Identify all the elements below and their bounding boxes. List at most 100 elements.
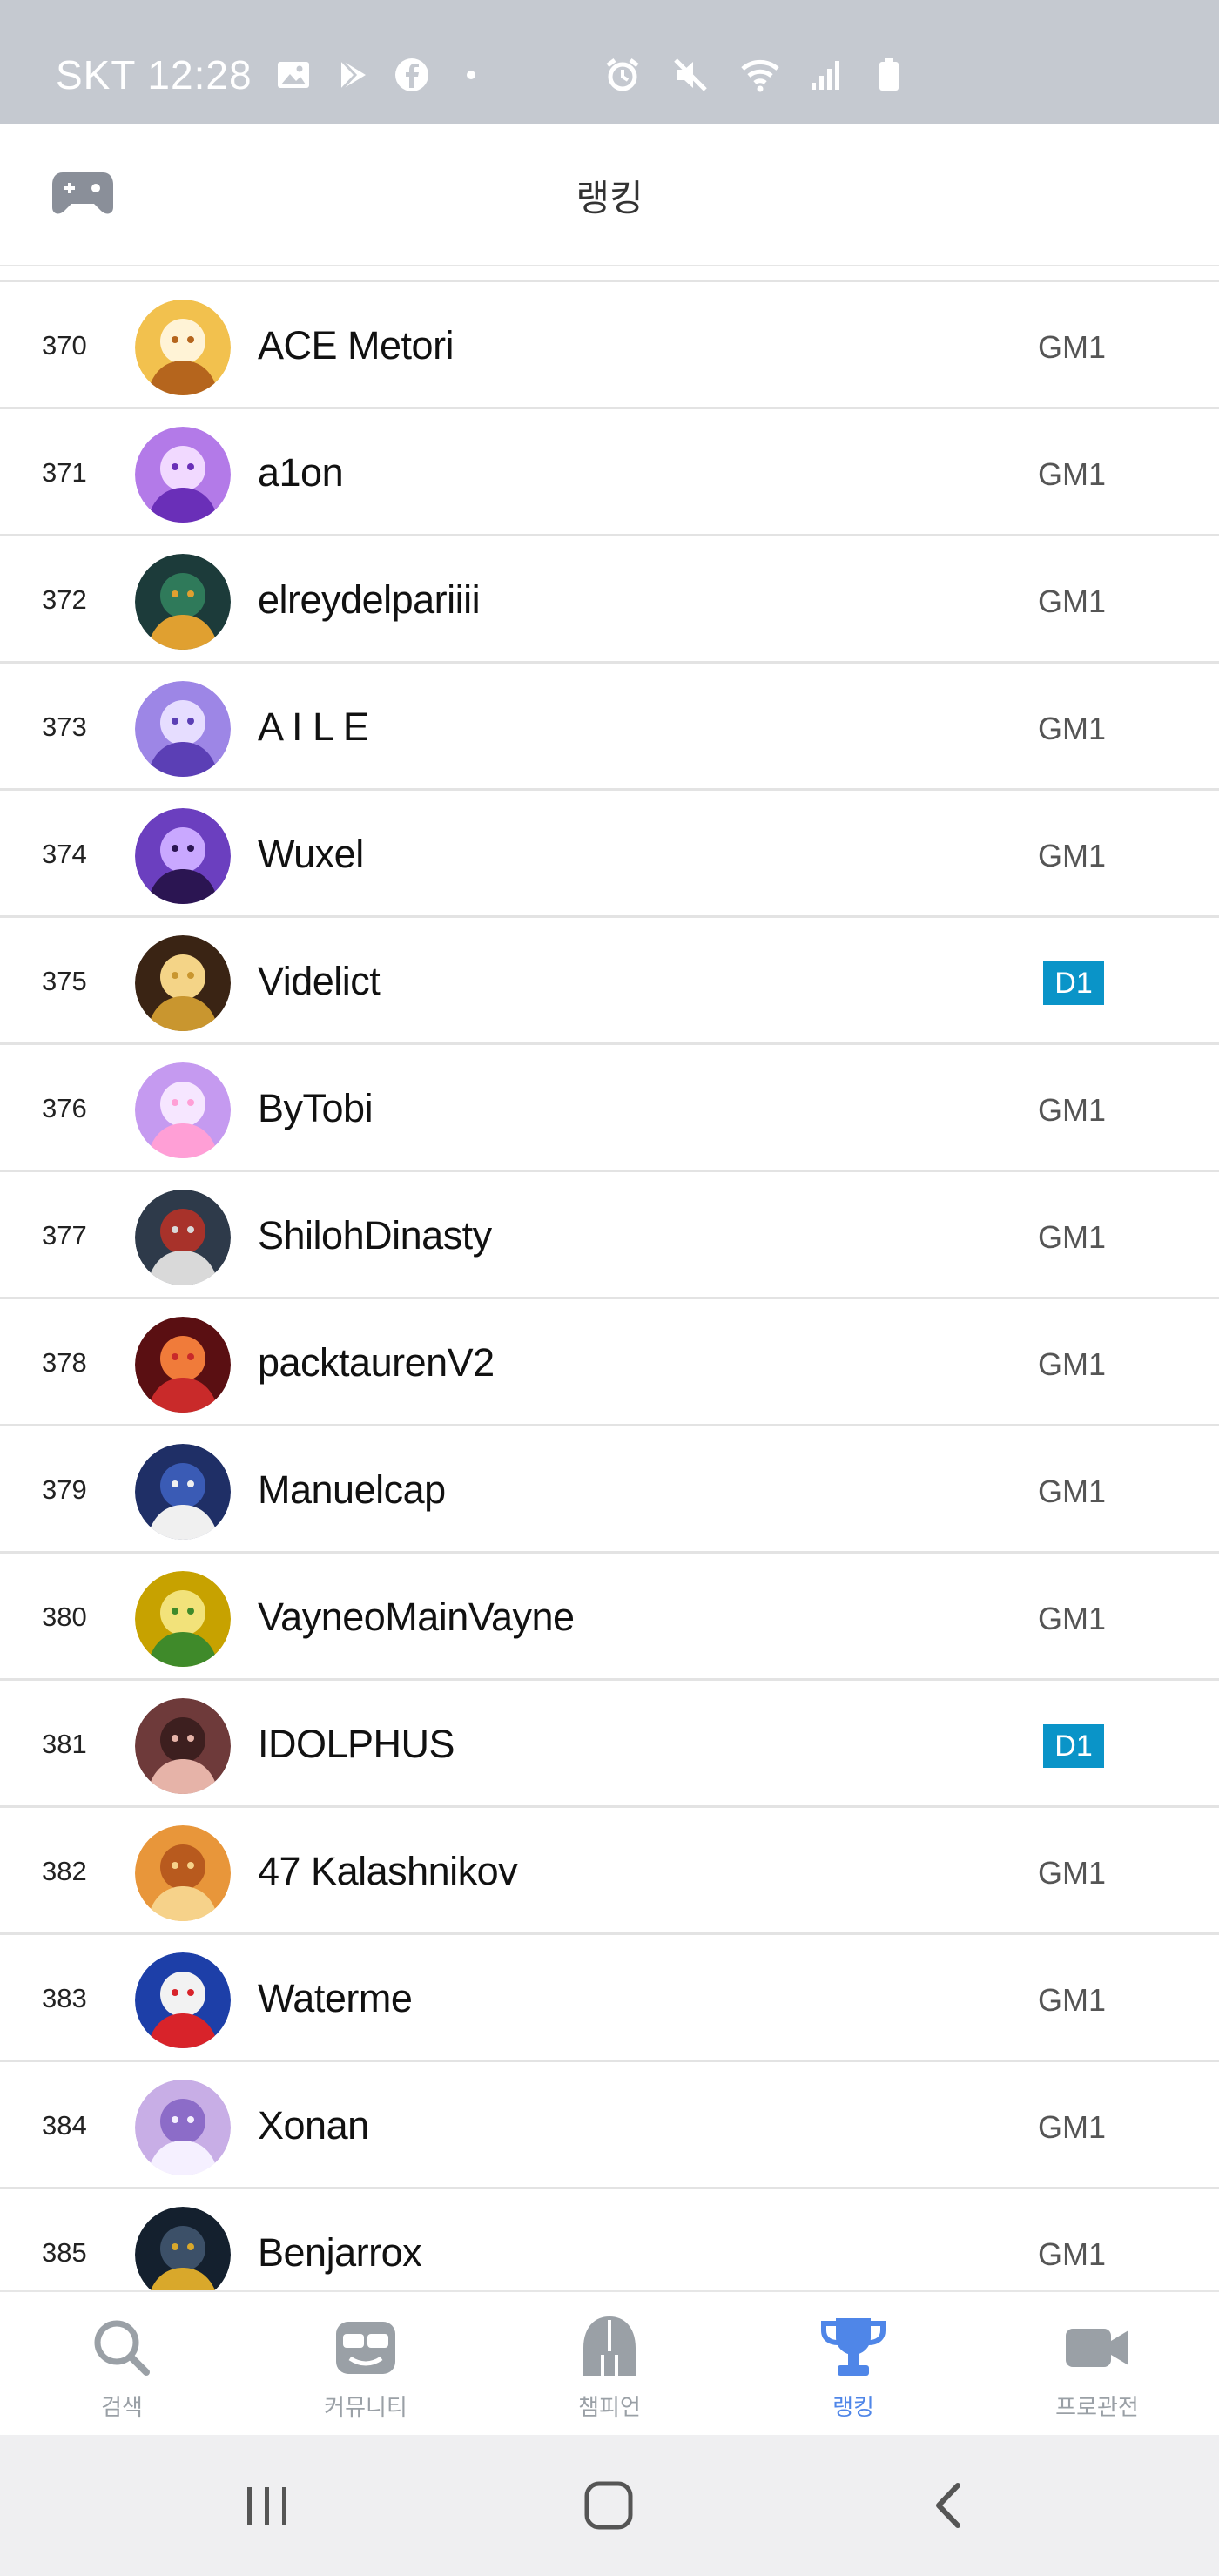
back-icon[interactable] — [919, 2477, 980, 2534]
summoner-name: 47 Kalashnikov — [258, 1849, 518, 1893]
rank-number: 377 — [42, 1220, 87, 1251]
battery-icon — [876, 57, 913, 93]
ranking-row[interactable]: 384 Xonan GM1 — [0, 2062, 1219, 2189]
ranking-row[interactable]: 376 ByTobi GM1 — [0, 1045, 1219, 1172]
tier-badge: D1 — [1043, 1724, 1104, 1768]
tier-badge: GM1 — [1037, 711, 1106, 746]
dot-icon — [453, 57, 489, 93]
rank-number: 371 — [42, 457, 87, 488]
home-icon[interactable] — [578, 2477, 639, 2534]
summoner-name: ByTobi — [258, 1086, 374, 1130]
summoner-name: elreydelpariiii — [258, 577, 481, 622]
ranking-row[interactable]: 374 Wuxel GM1 — [0, 791, 1219, 918]
rank-number: 374 — [42, 839, 87, 869]
status-carrier-time: SKT 12:28 — [56, 51, 253, 98]
ranking-row[interactable]: 382 47 Kalashnikov GM1 — [0, 1808, 1219, 1935]
summoner-name: A I L E — [258, 705, 369, 749]
tier-badge: GM1 — [1037, 2109, 1106, 2145]
red-dragon-avatar — [135, 1317, 231, 1413]
ranking-row[interactable]: 378 packtaurenV2 GM1 — [0, 1299, 1219, 1426]
signal-icon — [808, 57, 845, 93]
brunette-girl-avatar — [135, 1698, 231, 1794]
penguin-avatar — [135, 1444, 231, 1540]
search-icon — [87, 2313, 157, 2383]
ranking-row[interactable]: 380 VayneoMainVayne GM1 — [0, 1554, 1219, 1681]
ranking-row[interactable]: 372 elreydelpariiii GM1 — [0, 536, 1219, 664]
nav-label: 프로관전 — [1055, 2394, 1139, 2420]
tier-badge: GM1 — [1037, 1982, 1106, 2018]
play-store-icon — [334, 57, 371, 93]
tier-badge: GM1 — [1037, 1092, 1106, 1128]
facebook-icon — [394, 57, 430, 93]
rank-number: 372 — [42, 584, 87, 615]
tier-badge: GM1 — [1037, 2236, 1106, 2272]
orange-girl-avatar — [135, 1825, 231, 1921]
ranking-row[interactable]: 381 IDOLPHUS D1 — [0, 1681, 1219, 1808]
ranking-row[interactable]: 375 Videlict D1 — [0, 918, 1219, 1045]
rank-number: 384 — [42, 2110, 87, 2141]
coin-avatar — [135, 2207, 231, 2303]
rank-number: 378 — [42, 1347, 87, 1378]
ranking-row[interactable]: 370 ACE Metori GM1 — [0, 282, 1219, 409]
summoner-name: IDOLPHUS — [258, 1722, 455, 1766]
nav-label: 챔피언 — [578, 2394, 641, 2420]
summoner-name: Waterme — [258, 1976, 413, 2020]
clown-avatar — [135, 1952, 231, 2048]
bottom-nav: 검색 커뮤니티 챔피언 랭킹 프로관전 — [0, 2290, 1219, 2435]
nav-pro-watch[interactable]: 프로관전 — [975, 2292, 1219, 2435]
tier-badge: GM1 — [1037, 456, 1106, 492]
tier-badge: D1 — [1043, 961, 1104, 1005]
system-nav-bar — [0, 2435, 1219, 2576]
champion-helmet-icon — [575, 2313, 644, 2383]
gold-emblem-avatar — [135, 935, 231, 1031]
summoner-name: ACE Metori — [258, 323, 455, 368]
status-bar: SKT 12:28 — [0, 0, 1219, 124]
tier-badge: GM1 — [1037, 1346, 1106, 1382]
white-hair-avatar — [135, 2080, 231, 2175]
nav-search[interactable]: 검색 — [0, 2292, 244, 2435]
recent-apps-icon[interactable] — [237, 2477, 298, 2534]
community-icon — [331, 2313, 401, 2383]
dog-avatar — [135, 300, 231, 395]
dark-purple-avatar — [135, 808, 231, 904]
purple-girl-avatar — [135, 427, 231, 523]
bird-avatar — [135, 554, 231, 650]
tier-badge: GM1 — [1037, 329, 1106, 365]
ranking-row[interactable]: 373 A I L E GM1 — [0, 664, 1219, 791]
nav-label: 랭킹 — [832, 2394, 874, 2420]
tier-badge: GM1 — [1037, 1855, 1106, 1891]
ranking-row[interactable]: 383 Waterme GM1 — [0, 1935, 1219, 2062]
gallery-icon — [275, 57, 312, 93]
time-text: 12:28 — [147, 52, 253, 98]
summoner-name: Videlict — [258, 959, 381, 1003]
trophy-icon — [818, 2313, 888, 2383]
violet-girl-avatar — [135, 681, 231, 777]
app-header: 랭킹 — [0, 124, 1219, 266]
nav-label: 검색 — [101, 2394, 143, 2420]
summoner-name: a1on — [258, 450, 344, 495]
rank-number: 370 — [42, 330, 87, 361]
ranking-list: 370 ACE Metori GM1 371 a1on GM1 372 elreydelpar… — [0, 280, 1219, 2316]
page-title: 랭킹 — [576, 178, 643, 219]
summoner-name: VayneoMainVayne — [258, 1595, 575, 1639]
sprout-avatar — [135, 1571, 231, 1667]
tier-badge: GM1 — [1037, 1473, 1106, 1509]
mute-icon — [672, 57, 709, 93]
nav-ranking[interactable]: 랭킹 — [731, 2292, 975, 2435]
carrier-text: SKT — [56, 52, 136, 98]
video-camera-icon — [1062, 2313, 1132, 2383]
summoner-name: ShilohDinasty — [258, 1213, 492, 1258]
ranking-row[interactable]: 379 Manuelcap GM1 — [0, 1426, 1219, 1554]
nav-label: 커뮤니티 — [324, 2394, 407, 2420]
nav-community[interactable]: 커뮤니티 — [244, 2292, 488, 2435]
summoner-name: packtaurenV2 — [258, 1340, 495, 1385]
tier-badge: GM1 — [1037, 583, 1106, 619]
rank-number: 379 — [42, 1474, 87, 1505]
nav-champion[interactable]: 챔피언 — [488, 2292, 731, 2435]
ranking-row[interactable]: 371 a1on GM1 — [0, 409, 1219, 536]
rank-number: 383 — [42, 1983, 87, 2013]
tier-badge: GM1 — [1037, 1601, 1106, 1636]
rank-number: 375 — [42, 966, 87, 996]
ranking-row[interactable]: 377 ShilohDinasty GM1 — [0, 1172, 1219, 1299]
rank-number: 382 — [42, 1856, 87, 1886]
